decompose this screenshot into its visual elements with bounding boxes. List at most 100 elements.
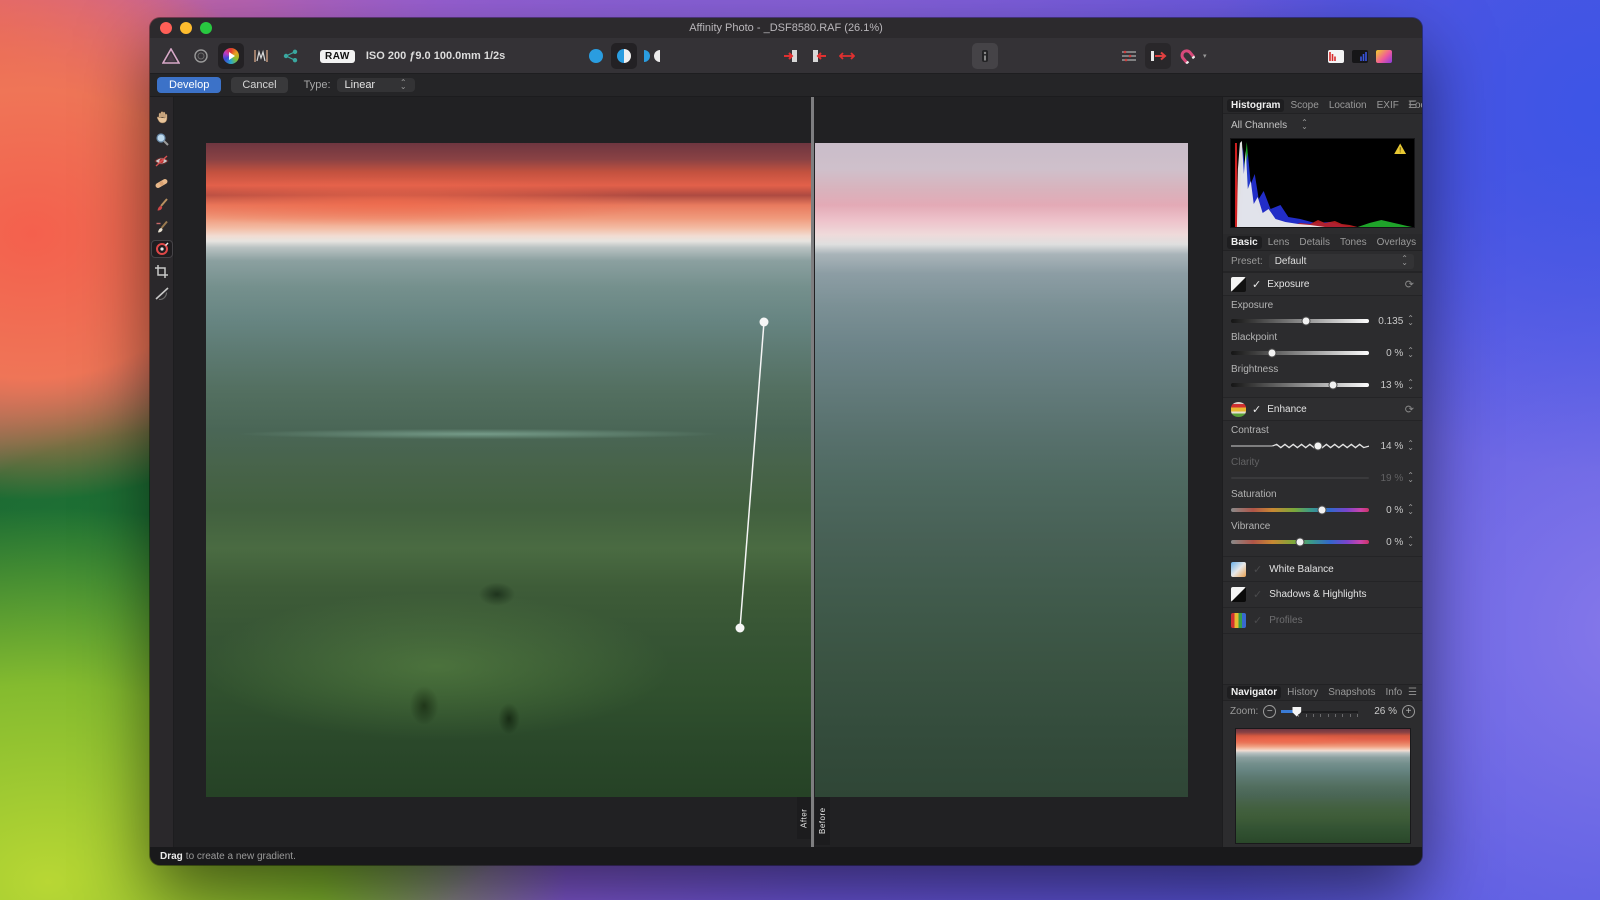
gradient-type-select[interactable]: Linear ⌃⌄ <box>337 78 415 92</box>
exposure-section-icon <box>1231 277 1246 292</box>
affinity-photo-window: Affinity Photo - _DSF8580.RAF (26.1%) <box>150 18 1422 865</box>
profiles-checkbox[interactable]: ✓ <box>1253 614 1262 627</box>
clipped-highlights-toggle[interactable] <box>1328 50 1344 63</box>
tab-info[interactable]: Info <box>1382 686 1407 699</box>
shadows-highlights-checkbox[interactable]: ✓ <box>1253 588 1262 601</box>
after-photo[interactable] <box>206 143 812 797</box>
navigator-thumbnail[interactable] <box>1235 728 1411 844</box>
tab-details[interactable]: Details <box>1295 236 1334 249</box>
status-bar: Drag to create a new gradient. <box>150 847 1422 865</box>
single-view-button[interactable] <box>583 43 609 69</box>
shadows-highlights-title: Shadows & Highlights <box>1269 589 1414 600</box>
tab-scope[interactable]: Scope <box>1286 99 1322 112</box>
tone-mapping-persona-icon[interactable] <box>248 43 274 69</box>
channel-selector[interactable]: All Channels ⌃⌄ <box>1231 120 1308 131</box>
blackpoint-slider-thumb[interactable] <box>1268 349 1277 358</box>
brightness-slider[interactable] <box>1231 383 1369 387</box>
mirror-view-button[interactable] <box>639 43 665 69</box>
white-balance-checkbox[interactable]: ✓ <box>1253 563 1262 576</box>
slider-label: Saturation <box>1231 489 1414 500</box>
preset-label: Preset: <box>1231 256 1263 267</box>
zoom-tool[interactable] <box>152 131 172 147</box>
profiles-title: Profiles <box>1269 615 1414 626</box>
tab-location[interactable]: Location <box>1325 99 1371 112</box>
zoom-in-button[interactable]: + <box>1402 705 1415 718</box>
raw-format-badge: RAW <box>320 50 355 63</box>
develop-persona-icon[interactable] <box>218 43 244 69</box>
crop-tool[interactable] <box>152 263 172 279</box>
magnet-snapping-icon[interactable] <box>1174 43 1200 69</box>
enhance-section-title: Enhance <box>1267 404 1399 415</box>
navigator-menu-icon[interactable]: ☰ <box>1408 687 1417 698</box>
tab-histogram[interactable]: Histogram <box>1227 99 1284 112</box>
gradient-type-value: Linear <box>345 79 376 91</box>
view-hand-tool[interactable] <box>152 109 172 125</box>
swap-split-button[interactable] <box>834 43 860 69</box>
zoom-out-button[interactable]: − <box>1263 705 1276 718</box>
contrast-slider[interactable] <box>1231 442 1369 450</box>
desktop-wallpaper: Affinity Photo - _DSF8580.RAF (26.1%) <box>0 0 1600 900</box>
slider-label: Vibrance <box>1231 521 1414 532</box>
overlay-gradient-tool[interactable] <box>152 241 172 257</box>
clarity-slider[interactable] <box>1231 477 1369 479</box>
zoom-slider[interactable] <box>1281 707 1358 717</box>
exposure-slider[interactable] <box>1231 319 1369 323</box>
tools-rail <box>150 97 174 847</box>
snapping-toggle-icon[interactable] <box>1145 43 1171 69</box>
overlay-paint-tool[interactable] <box>152 197 172 213</box>
tab-snapshots[interactable]: Snapshots <box>1324 686 1379 699</box>
brightness-value: 13 % <box>1373 380 1403 391</box>
saturation-slider[interactable] <box>1231 508 1369 512</box>
title-bar[interactable]: Affinity Photo - _DSF8580.RAF (26.1%) <box>150 18 1422 38</box>
shadows-highlights-icon <box>1231 587 1246 602</box>
enhance-enabled-checkbox[interactable]: ✓ <box>1252 403 1261 416</box>
adjustment-tab-bar: Basic Lens Details Tones Overlays <box>1223 234 1422 251</box>
contrast-slider-thumb[interactable] <box>1314 442 1323 451</box>
photo-canvas[interactable]: After Before <box>174 97 1222 847</box>
straighten-tool[interactable] <box>152 285 172 301</box>
grid-options-icon[interactable] <box>1116 43 1142 69</box>
export-persona-icon[interactable] <box>278 43 304 69</box>
exposure-enabled-checkbox[interactable]: ✓ <box>1252 278 1261 291</box>
saturation-slider-thumb[interactable] <box>1318 506 1327 515</box>
tab-history[interactable]: History <box>1283 686 1322 699</box>
slider-label: Exposure <box>1231 300 1414 311</box>
cancel-button[interactable]: Cancel <box>231 77 287 93</box>
split-divider[interactable] <box>811 97 814 847</box>
before-photo[interactable] <box>815 143 1188 797</box>
overlay-erase-tool[interactable] <box>152 219 172 235</box>
split-view-button[interactable] <box>611 43 637 69</box>
blackpoint-slider[interactable] <box>1231 351 1369 355</box>
preset-select[interactable]: Default ⌃⌄ <box>1269 254 1414 269</box>
liquify-persona-icon[interactable] <box>188 43 214 69</box>
blemish-removal-tool[interactable] <box>152 175 172 191</box>
clipped-shadows-toggle[interactable] <box>1352 50 1368 63</box>
tab-lens[interactable]: Lens <box>1264 236 1294 249</box>
panel-menu-icon[interactable]: ☰ <box>1408 100 1417 111</box>
split-position-left-button[interactable] <box>778 43 804 69</box>
assistant-button[interactable] <box>972 43 998 69</box>
exposure-slider-thumb[interactable] <box>1301 317 1310 326</box>
clipped-saturation-toggle[interactable] <box>1376 50 1392 63</box>
preset-value: Default <box>1275 256 1307 267</box>
exposure-reset-icon[interactable]: ⟳ <box>1405 278 1414 291</box>
vibrance-slider-thumb[interactable] <box>1296 538 1305 547</box>
magnet-dropdown-arrow[interactable]: ▾ <box>1203 52 1207 60</box>
split-position-right-button[interactable] <box>806 43 832 69</box>
slider-label: Clarity <box>1231 457 1414 468</box>
tab-navigator[interactable]: Navigator <box>1227 686 1281 699</box>
develop-button[interactable]: Develop <box>157 77 221 93</box>
brightness-slider-thumb[interactable] <box>1329 381 1338 390</box>
saturation-value: 0 % <box>1373 505 1403 516</box>
tab-tones[interactable]: Tones <box>1336 236 1371 249</box>
red-eye-removal-tool[interactable] <box>152 153 172 169</box>
vibrance-slider[interactable] <box>1231 540 1369 544</box>
tab-basic[interactable]: Basic <box>1227 236 1262 249</box>
before-label: Before <box>815 797 830 845</box>
tab-exif[interactable]: EXIF <box>1373 99 1403 112</box>
slider-label: Brightness <box>1231 364 1414 375</box>
tab-overlays[interactable]: Overlays <box>1373 236 1420 249</box>
exposure-value: 0.135 <box>1373 316 1403 327</box>
type-label: Type: <box>304 79 331 91</box>
enhance-reset-icon[interactable]: ⟳ <box>1405 403 1414 416</box>
